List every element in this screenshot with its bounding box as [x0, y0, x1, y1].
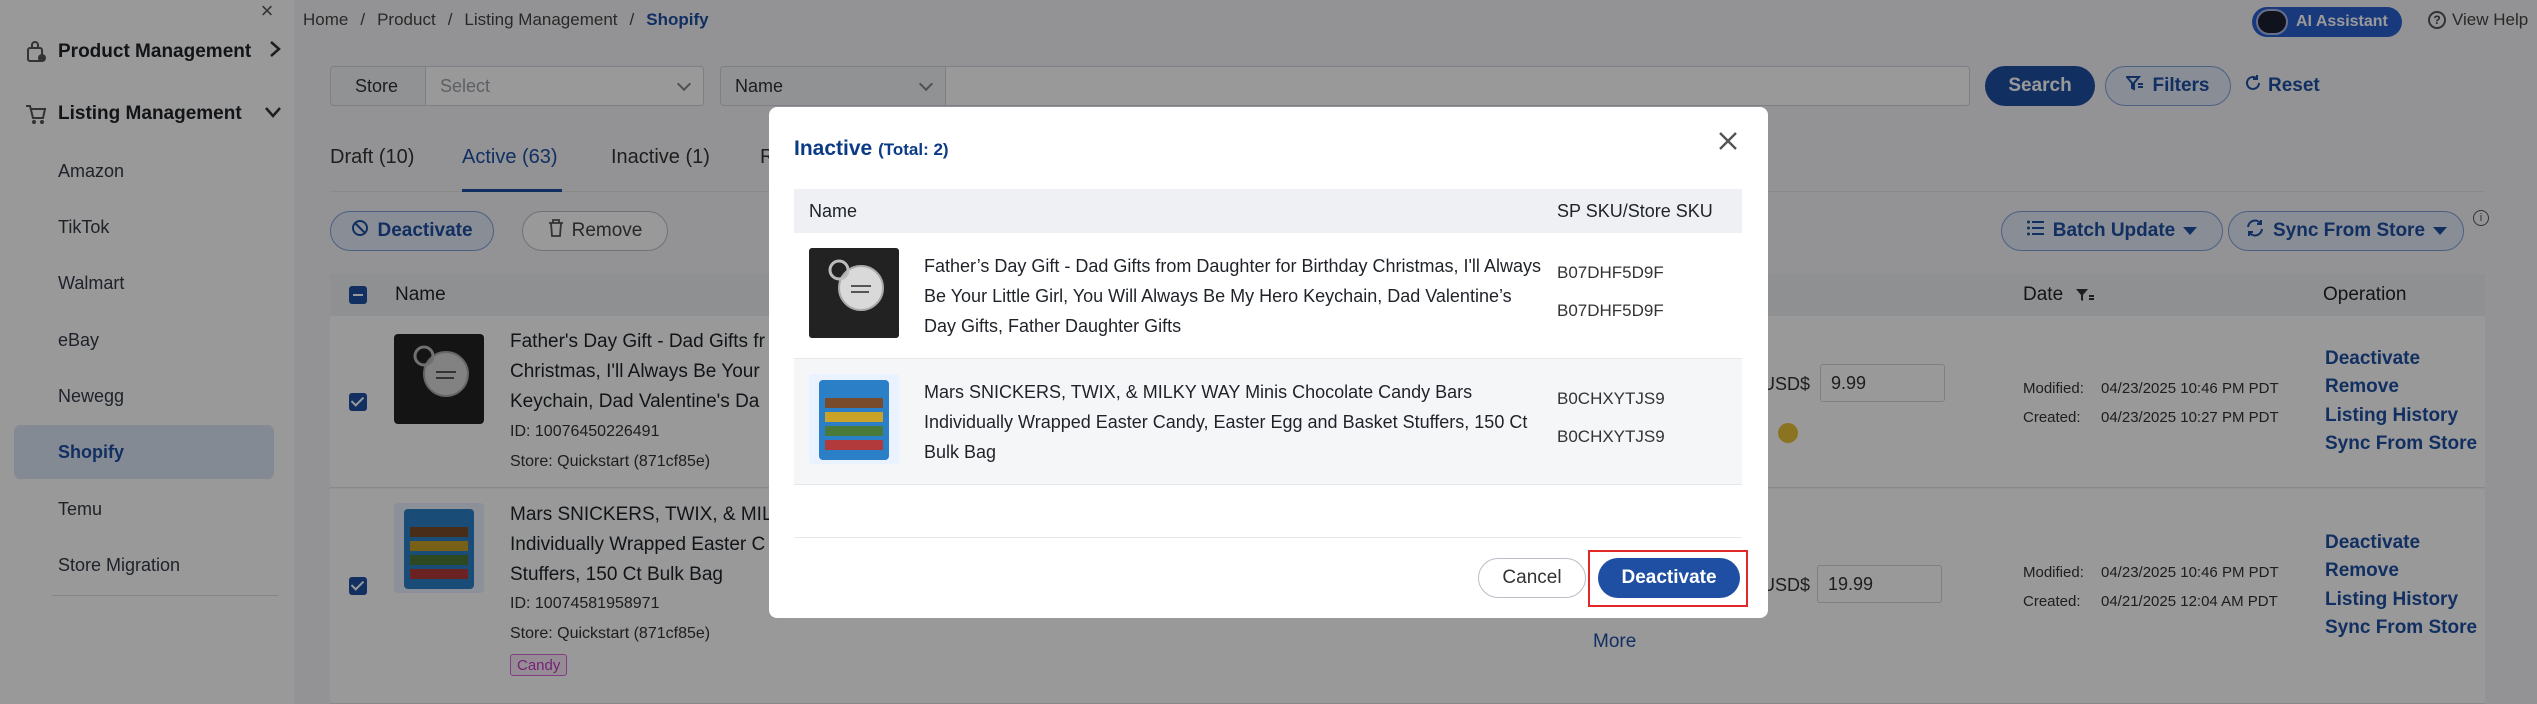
dialog-row: Mars SNICKERS, TWIX, & MILKY WAY Minis C… — [794, 359, 1742, 485]
dialog-col-name: Name — [809, 201, 858, 221]
dialog-title: Inactive (Total: 2) — [794, 137, 949, 161]
dialog-store-sku: B07DHF5D9F — [1557, 301, 1664, 320]
product-image-keychain — [809, 248, 899, 338]
dialog-sp-sku: B07DHF5D9F — [1557, 263, 1664, 282]
dialog-col-sku: SP SKU/Store SKU — [1557, 201, 1713, 221]
dialog-product-name: Father’s Day Gift - Dad Gifts from Daugh… — [924, 256, 1541, 336]
dialog-table-header: Name SP SKU/Store SKU — [794, 189, 1742, 233]
close-icon[interactable] — [1714, 129, 1742, 157]
dialog-sp-sku: B0CHXYTJS9 — [1557, 389, 1665, 408]
cancel-button[interactable]: Cancel — [1478, 558, 1586, 598]
inactive-dialog: Inactive (Total: 2) Name SP SKU/Store SK… — [769, 107, 1768, 618]
dialog-product-name: Mars SNICKERS, TWIX, & MILKY WAY Minis C… — [924, 382, 1528, 462]
dialog-store-sku: B0CHXYTJS9 — [1557, 427, 1665, 446]
confirm-deactivate-button[interactable]: Deactivate — [1598, 558, 1740, 598]
product-image-candy — [809, 374, 899, 464]
dialog-title-text: Inactive — [794, 137, 873, 160]
dialog-row: Father’s Day Gift - Dad Gifts from Daugh… — [794, 233, 1742, 359]
dialog-total: (Total: 2) — [878, 140, 949, 159]
dialog-footer-divider — [794, 537, 1742, 538]
